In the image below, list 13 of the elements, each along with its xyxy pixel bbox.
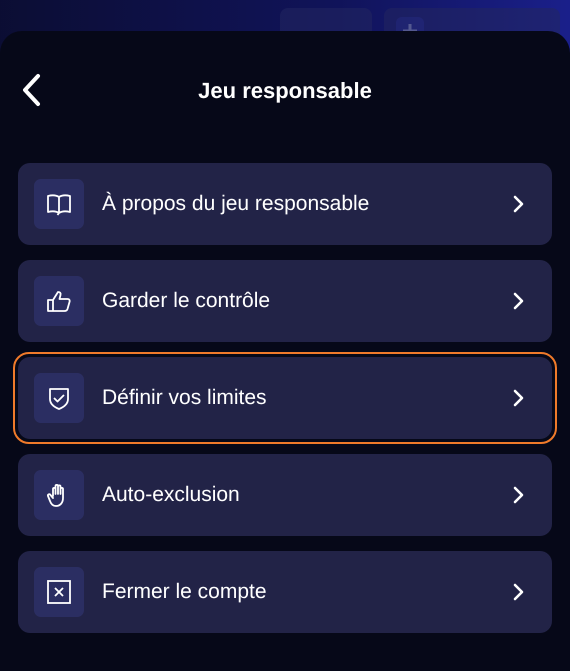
menu-item[interactable]: Auto-exclusion [18, 454, 552, 536]
menu-item[interactable]: Garder le contrôle [18, 260, 552, 342]
chevron-right-icon [512, 292, 524, 310]
menu-item[interactable]: Définir vos limites [18, 357, 552, 439]
menu-item[interactable]: Fermer le compte [18, 551, 552, 633]
chevron-right-icon [512, 486, 524, 504]
back-button[interactable] [20, 72, 42, 108]
chevron-right-icon [512, 389, 524, 407]
chevron-right-icon [512, 583, 524, 601]
sheet-title: Jeu responsable [198, 78, 372, 104]
menu-item[interactable]: À propos du jeu responsable [18, 163, 552, 245]
chevron-right-icon [512, 195, 524, 213]
close-box-icon [44, 577, 74, 607]
